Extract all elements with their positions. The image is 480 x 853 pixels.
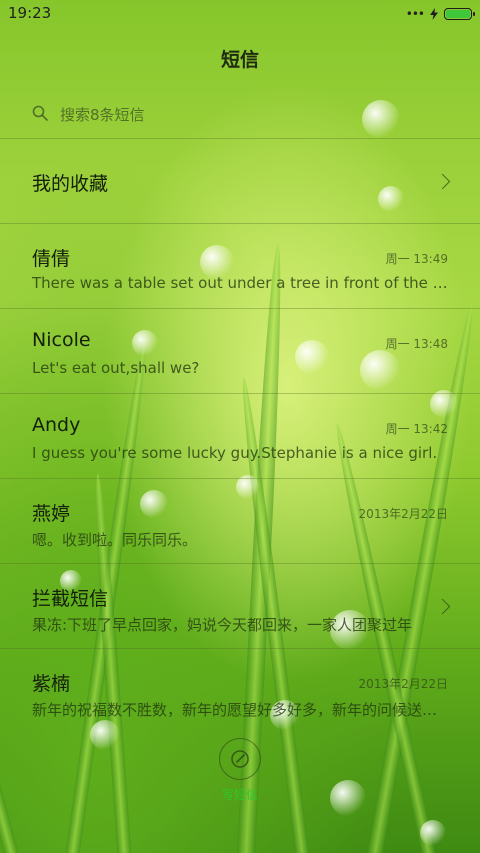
compose-circle[interactable] xyxy=(219,738,261,780)
thread-item[interactable]: 燕婷 2013年2月22日 嗯。收到啦。同乐同乐。 xyxy=(0,479,480,564)
search-bar[interactable] xyxy=(0,90,480,139)
compose-button[interactable]: 写短信 xyxy=(215,738,265,803)
favorites-row[interactable]: 我的收藏 xyxy=(0,139,480,224)
thread-name: 拦截短信 xyxy=(32,588,109,610)
thread-time: 2013年2月22日 xyxy=(358,507,448,521)
header: 短信 xyxy=(0,28,480,88)
thread-name: 倩倩 xyxy=(32,248,71,270)
thread-item[interactable]: Andy 周一 13:42 I guess you're some lucky … xyxy=(0,394,480,479)
thread-preview: 果冻:下班了早点回家，妈说今天都回来，一家人团聚过年 xyxy=(32,616,413,634)
compose-label: 写短信 xyxy=(221,788,258,802)
signal-dots-icon: ••• xyxy=(405,7,425,21)
favorites-label: 我的收藏 xyxy=(32,173,109,195)
thread-item[interactable]: 倩倩 周一 13:49 There was a table set out un… xyxy=(0,224,480,309)
thread-time: 2013年2月22日 xyxy=(358,677,448,691)
status-time: 19:23 xyxy=(8,4,52,22)
thread-name: Andy xyxy=(32,414,81,436)
search-input[interactable] xyxy=(58,101,442,129)
thread-name: Nicole xyxy=(32,329,91,351)
thread-preview: Let's eat out,shall we? xyxy=(32,359,200,377)
thread-time: 周一 13:49 xyxy=(385,252,448,266)
status-bar: 19:23 ••• xyxy=(0,0,480,28)
status-icons: ••• xyxy=(405,7,475,21)
bolt-icon xyxy=(430,8,438,20)
page-title: 短信 xyxy=(220,48,259,71)
thread-item[interactable]: Nicole 周一 13:48 Let's eat out,shall we? xyxy=(0,309,480,394)
compose-icon xyxy=(231,750,249,768)
thread-preview: There was a table set out under a tree i… xyxy=(32,274,448,292)
thread-name: 燕婷 xyxy=(32,503,71,525)
battery-level-fill xyxy=(446,10,470,18)
thread-preview: 嗯。收到啦。同乐同乐。 xyxy=(32,531,198,549)
thread-item[interactable]: 紫楠 2013年2月22日 新年的祝福数不胜数，新年的愿望好多好多，新年的问候送… xyxy=(0,649,480,733)
chevron-right-icon xyxy=(434,173,451,190)
search-icon xyxy=(32,105,48,121)
thread-name: 紫楠 xyxy=(32,673,71,695)
blocked-messages-item[interactable]: 拦截短信 果冻:下班了早点回家，妈说今天都回来，一家人团聚过年 xyxy=(0,564,480,649)
thread-preview: 新年的祝福数不胜数，新年的愿望好多好多，新年的问候送给你 xyxy=(32,701,448,719)
chevron-right-icon xyxy=(434,598,451,615)
thread-preview: I guess you're some lucky guy.Stephanie … xyxy=(32,444,438,462)
thread-time: 周一 13:48 xyxy=(385,337,448,351)
thread-time: 周一 13:42 xyxy=(385,422,448,436)
battery-icon xyxy=(444,8,475,20)
